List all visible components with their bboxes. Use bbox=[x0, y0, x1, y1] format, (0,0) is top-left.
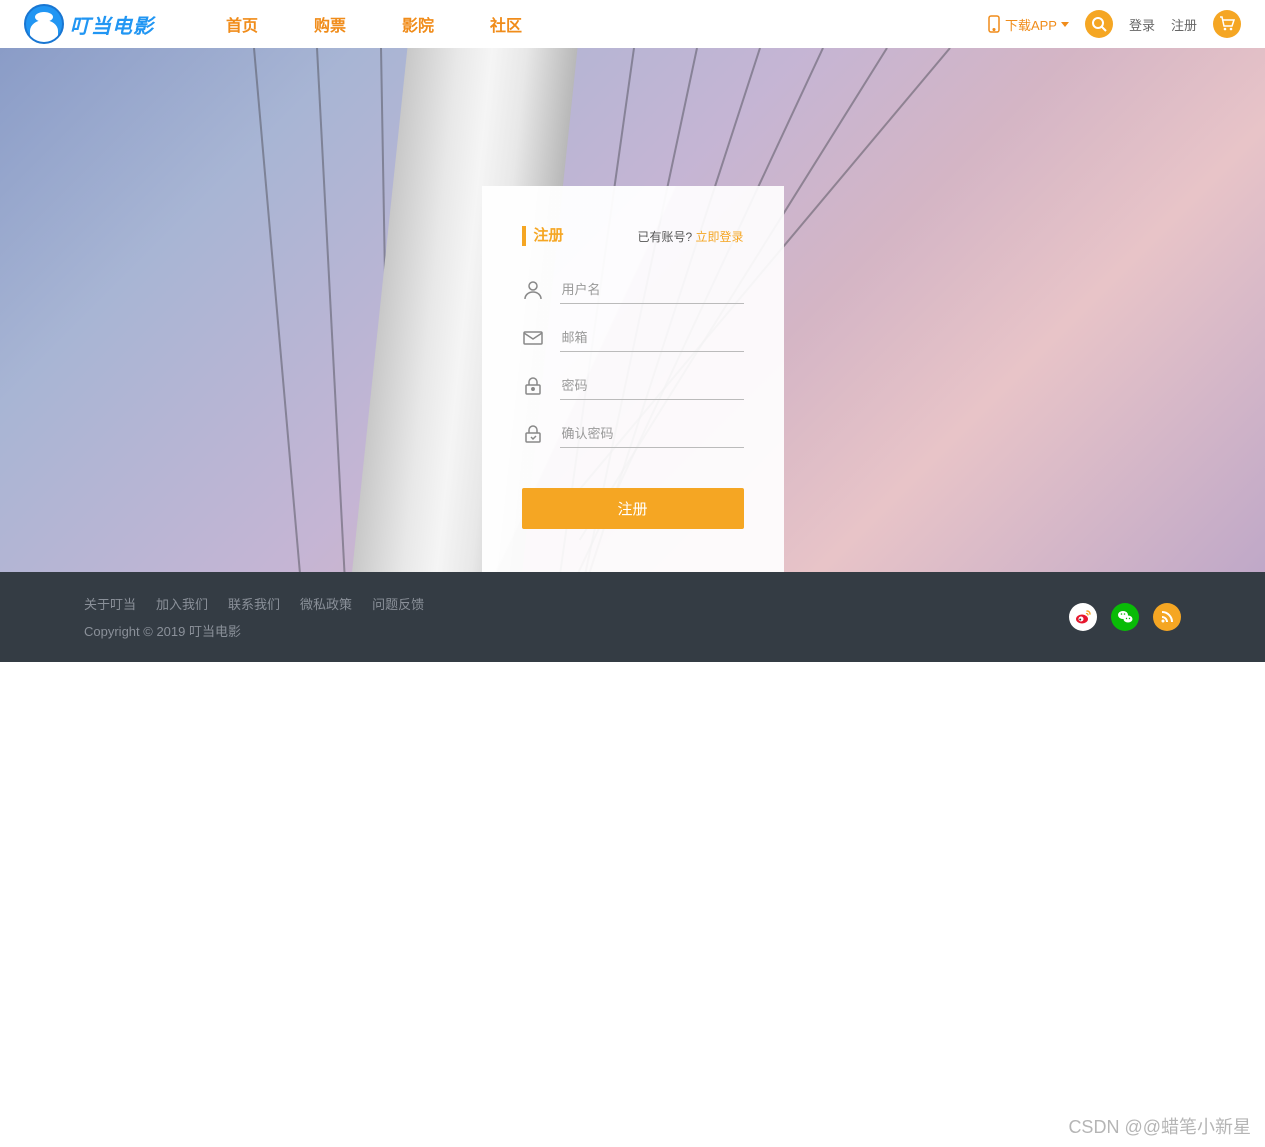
main-nav: 首页 购票 影院 社区 bbox=[226, 12, 522, 36]
logo[interactable]: 叮当电影 bbox=[24, 4, 154, 44]
hero-banner: 注册 已有账号? 立即登录 注册 bbox=[0, 48, 1265, 572]
copyright: Copyright © 2019 叮当电影 bbox=[84, 621, 424, 640]
login-link[interactable]: 登录 bbox=[1129, 15, 1155, 34]
password-field bbox=[522, 372, 744, 400]
header-left: 叮当电影 首页 购票 影院 社区 bbox=[24, 4, 522, 44]
search-icon bbox=[1091, 16, 1107, 32]
logo-text: 叮当电影 bbox=[70, 10, 154, 39]
nav-cinema[interactable]: 影院 bbox=[402, 12, 434, 36]
download-label: 下载APP bbox=[1005, 15, 1057, 34]
footer: 关于叮当 加入我们 联系我们 微私政策 问题反馈 Copyright © 201… bbox=[0, 572, 1265, 662]
cart-button[interactable] bbox=[1213, 10, 1241, 38]
rss-button[interactable] bbox=[1153, 603, 1181, 631]
register-card: 注册 已有账号? 立即登录 注册 bbox=[482, 186, 784, 572]
footer-feedback[interactable]: 问题反馈 bbox=[372, 594, 424, 613]
has-account-text: 已有账号? bbox=[637, 230, 692, 244]
footer-links: 关于叮当 加入我们 联系我们 微私政策 问题反馈 bbox=[84, 594, 424, 613]
footer-join[interactable]: 加入我们 bbox=[156, 594, 208, 613]
nav-community[interactable]: 社区 bbox=[490, 12, 522, 36]
footer-contact[interactable]: 联系我们 bbox=[228, 594, 280, 613]
wechat-button[interactable] bbox=[1111, 603, 1139, 631]
password-input[interactable] bbox=[560, 372, 744, 400]
register-submit-button[interactable]: 注册 bbox=[522, 488, 744, 529]
header: 叮当电影 首页 购票 影院 社区 下载APP 登录 注册 bbox=[0, 0, 1265, 48]
cart-icon bbox=[1219, 16, 1235, 32]
email-field bbox=[522, 324, 744, 352]
confirm-password-field bbox=[522, 420, 744, 448]
banner-decoration bbox=[316, 48, 348, 572]
watermark: CSDN @@蜡笔小新星 bbox=[1068, 1113, 1251, 1139]
username-input[interactable] bbox=[560, 276, 744, 304]
nav-home[interactable]: 首页 bbox=[226, 12, 258, 36]
card-subtitle: 已有账号? 立即登录 bbox=[637, 228, 743, 245]
footer-left: 关于叮当 加入我们 联系我们 微私政策 问题反馈 Copyright © 201… bbox=[84, 594, 424, 640]
wechat-icon bbox=[1116, 608, 1134, 626]
weibo-icon bbox=[1074, 608, 1092, 626]
login-now-link[interactable]: 立即登录 bbox=[695, 230, 743, 244]
register-link[interactable]: 注册 bbox=[1171, 15, 1197, 34]
card-title: 注册 bbox=[522, 226, 564, 246]
username-field bbox=[522, 276, 744, 304]
card-header: 注册 已有账号? 立即登录 bbox=[522, 226, 744, 246]
lock-confirm-icon bbox=[522, 423, 544, 445]
rss-icon bbox=[1159, 609, 1175, 625]
search-button[interactable] bbox=[1085, 10, 1113, 38]
confirm-password-input[interactable] bbox=[560, 420, 744, 448]
lock-icon bbox=[522, 375, 544, 397]
banner-decoration bbox=[253, 48, 306, 572]
mail-icon bbox=[522, 327, 544, 349]
weibo-button[interactable] bbox=[1069, 603, 1097, 631]
footer-privacy[interactable]: 微私政策 bbox=[300, 594, 352, 613]
nav-tickets[interactable]: 购票 bbox=[314, 12, 346, 36]
header-right: 下载APP 登录 注册 bbox=[987, 10, 1241, 38]
social-links bbox=[1069, 603, 1181, 631]
phone-icon bbox=[987, 15, 1001, 33]
email-input[interactable] bbox=[560, 324, 744, 352]
footer-about[interactable]: 关于叮当 bbox=[84, 594, 136, 613]
caret-down-icon bbox=[1061, 22, 1069, 27]
user-icon bbox=[522, 279, 544, 301]
download-app[interactable]: 下载APP bbox=[987, 15, 1069, 34]
logo-icon bbox=[24, 4, 64, 44]
